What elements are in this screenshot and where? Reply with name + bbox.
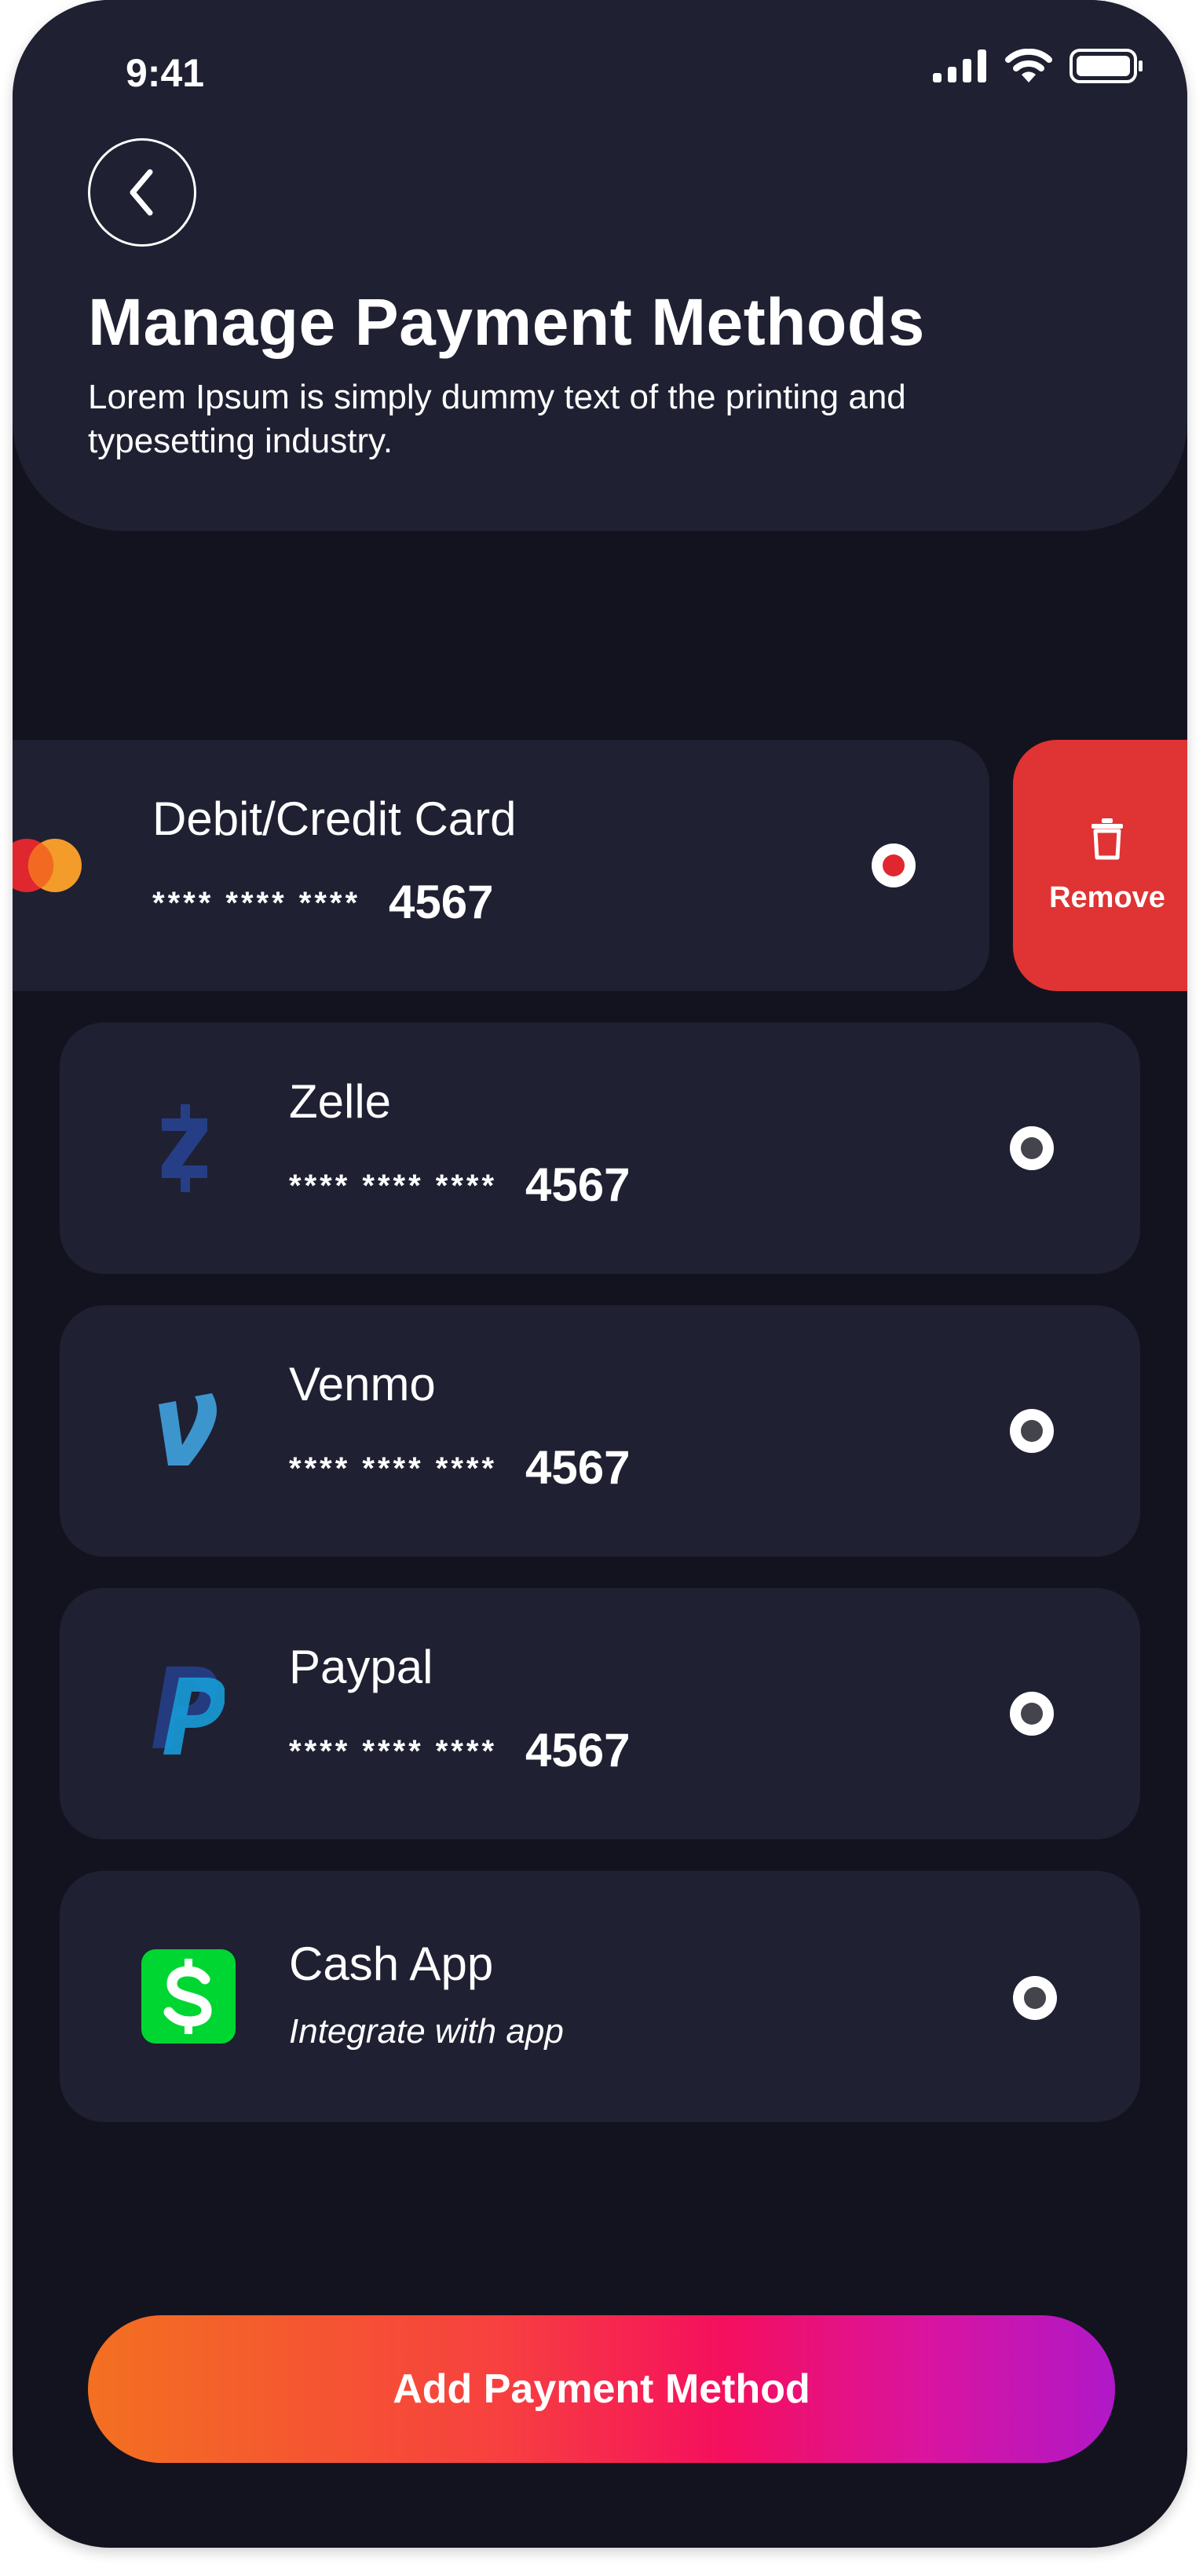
remove-label: Remove xyxy=(1049,880,1165,914)
select-radio-cash-app[interactable] xyxy=(1013,1976,1057,2020)
payment-card-debit-credit[interactable]: Debit/Credit Card **** **** **** 4567 xyxy=(13,740,989,991)
remove-button[interactable]: Remove xyxy=(1013,740,1187,991)
card-number: **** **** **** 4567 xyxy=(152,875,494,929)
card-last4: 4567 xyxy=(525,1441,631,1494)
card-mask: **** **** **** xyxy=(289,1169,498,1203)
payment-card-venmo[interactable]: Venmo **** **** **** 4567 xyxy=(60,1305,1140,1557)
zelle-logo-icon xyxy=(154,1104,217,1192)
card-number: **** **** **** 4567 xyxy=(289,1723,631,1777)
payment-card-cash-app[interactable]: Cash App Integrate with app xyxy=(60,1871,1140,2122)
select-radio-venmo[interactable] xyxy=(1010,1409,1054,1453)
cash-app-logo-icon xyxy=(141,1949,236,2044)
card-subtext: Integrate with app xyxy=(289,2012,564,2051)
card-mask: **** **** **** xyxy=(289,1451,498,1486)
select-radio-paypal[interactable] xyxy=(1010,1692,1054,1736)
trash-icon xyxy=(1091,818,1123,859)
card-last4: 4567 xyxy=(525,1158,631,1211)
add-payment-method-button[interactable]: Add Payment Method xyxy=(88,2315,1115,2463)
header-panel: 9:41 Manage Payment Methods Lorem Ipsum … xyxy=(13,0,1187,531)
payment-card-zelle[interactable]: Zelle **** **** **** 4567 xyxy=(60,1023,1140,1274)
status-icons xyxy=(933,49,1143,83)
card-mask: **** **** **** xyxy=(289,1734,498,1769)
battery-icon xyxy=(1070,49,1143,83)
card-mask: **** **** **** xyxy=(152,886,361,920)
chevron-left-icon xyxy=(130,169,153,216)
venmo-logo-icon xyxy=(155,1393,220,1469)
phone-screen: 9:41 Manage Payment Methods Lorem Ipsum … xyxy=(13,0,1187,2548)
card-name: Debit/Credit Card xyxy=(152,792,517,845)
back-button[interactable] xyxy=(88,138,196,247)
wifi-icon xyxy=(1005,49,1052,82)
select-radio-debit-credit[interactable] xyxy=(872,843,916,887)
card-last4: 4567 xyxy=(525,1724,631,1776)
card-name: Cash App xyxy=(289,1937,494,1990)
payment-card-paypal[interactable]: Paypal **** **** **** 4567 xyxy=(60,1588,1140,1839)
status-time: 9:41 xyxy=(126,51,205,95)
page-title: Manage Payment Methods xyxy=(88,285,925,359)
card-number: **** **** **** 4567 xyxy=(289,1158,631,1212)
select-radio-zelle[interactable] xyxy=(1010,1126,1054,1170)
paypal-logo-icon xyxy=(149,1667,225,1755)
card-last4: 4567 xyxy=(389,876,494,928)
mastercard-logo-icon xyxy=(13,836,86,895)
card-name: Paypal xyxy=(289,1641,433,1693)
page-subtitle: Lorem Ipsum is simply dummy text of the … xyxy=(88,378,906,460)
card-name: Zelle xyxy=(289,1075,392,1128)
card-number: **** **** **** 4567 xyxy=(289,1440,631,1495)
cellular-signal-icon xyxy=(933,49,986,82)
card-name: Venmo xyxy=(289,1358,436,1411)
